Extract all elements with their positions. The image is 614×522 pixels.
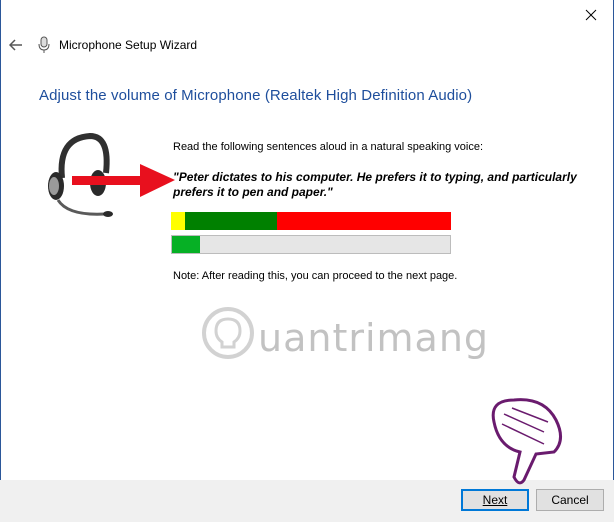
note-text: Note: After reading this, you can procee… — [173, 270, 458, 282]
window-title: Microphone Setup Wizard — [59, 38, 198, 52]
close-button[interactable] — [569, 0, 613, 30]
volume-range-meter — [171, 212, 451, 230]
red-arrow-icon — [72, 164, 175, 197]
back-arrow-icon — [9, 39, 22, 51]
pointing-hand-icon — [491, 398, 562, 485]
sample-sentence: "Peter dictates to his computer. He pref… — [173, 170, 577, 199]
next-button[interactable]: Next — [461, 489, 529, 511]
input-level-fill — [172, 236, 200, 253]
close-icon — [585, 9, 597, 21]
instruction-text: Read the following sentences aloud in a … — [173, 141, 484, 153]
meter-segment-high — [277, 212, 451, 230]
page-heading: Adjust the volume of Microphone (Realtek… — [39, 87, 473, 104]
watermark-logo — [202, 307, 254, 359]
cancel-button[interactable]: Cancel — [536, 489, 604, 511]
back-button[interactable] — [6, 35, 26, 55]
microphone-icon — [38, 36, 50, 53]
watermark-text: uantrimang — [258, 316, 490, 360]
input-level-bar — [171, 235, 451, 254]
meter-segment-good — [185, 212, 278, 230]
meter-segment-low — [171, 212, 185, 230]
